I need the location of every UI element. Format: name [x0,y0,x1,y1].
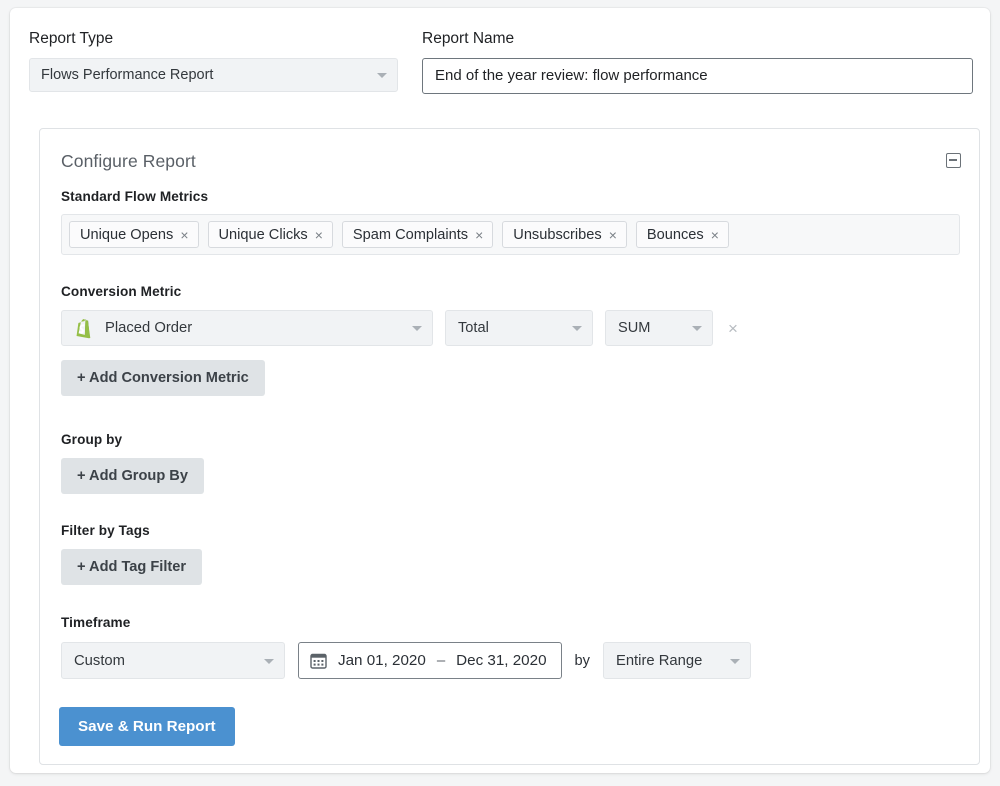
metric-chip-label: Spam Complaints [353,227,468,243]
metric-chip-label: Unique Clicks [219,227,308,243]
standard-flow-metrics-chips[interactable]: Unique Opens × Unique Clicks × Spam Comp… [61,214,960,255]
group-by-section: Group by + Add Group By [61,432,204,494]
timeframe-section: Timeframe Custom [61,615,751,679]
timeframe-label: Timeframe [61,615,751,630]
chevron-down-icon [730,659,740,664]
conversion-metric-aggregation-select[interactable]: SUM [605,310,713,346]
report-type-select[interactable]: Flows Performance Report [29,58,398,92]
report-name-label: Report Name [422,30,973,49]
metric-chip[interactable]: Unique Opens × [69,221,199,248]
chevron-down-icon [377,73,387,78]
report-type-value: Flows Performance Report [41,67,213,83]
filter-by-tags-label: Filter by Tags [61,523,202,538]
end-date-value[interactable]: Dec 31, 2020 [456,652,546,669]
conversion-metric-value: Placed Order [105,320,192,336]
metric-chip[interactable]: Bounces × [636,221,729,248]
start-date-value[interactable]: Jan 01, 2020 [338,652,426,669]
timeframe-by-label: by [575,653,590,669]
conversion-metric-row: Placed Order Total SUM × [61,310,741,346]
timeframe-preset-value: Custom [74,653,125,669]
close-icon[interactable]: × [475,228,483,242]
group-by-label: Group by [61,432,204,447]
chevron-down-icon [412,326,422,331]
chevron-down-icon [572,326,582,331]
filter-by-tags-section: Filter by Tags + Add Tag Filter [61,523,202,585]
metric-chip-label: Unique Opens [80,227,173,243]
conversion-metric-label: Conversion Metric [61,284,741,299]
standard-flow-metrics-section: Standard Flow Metrics Unique Opens × Uni… [61,189,960,255]
report-name-field: Report Name [422,30,973,94]
calendar-icon [310,652,327,669]
report-builder-page: Report Type Flows Performance Report Rep… [0,0,1000,786]
add-conversion-metric-button[interactable]: + Add Conversion Metric [61,360,265,396]
conversion-metric-measure-value: Total [458,320,489,336]
timeframe-granularity-select[interactable]: Entire Range [603,642,751,679]
add-tag-filter-button[interactable]: + Add Tag Filter [61,549,202,585]
minus-square-icon[interactable] [946,153,961,168]
report-card: Report Type Flows Performance Report Rep… [10,8,990,773]
save-and-run-report-button[interactable]: Save & Run Report [59,707,235,746]
metric-chip[interactable]: Unsubscribes × [502,221,627,248]
configure-report-panel: Configure Report Standard Flow Metrics U… [39,128,980,765]
conversion-metric-section: Conversion Metric Placed Order [61,284,741,396]
shopify-icon [74,318,93,339]
conversion-metric-aggregation-value: SUM [618,320,650,336]
report-type-field: Report Type Flows Performance Report [29,30,398,94]
standard-flow-metrics-label: Standard Flow Metrics [61,189,960,204]
remove-conversion-metric-icon[interactable]: × [725,320,741,337]
conversion-metric-select[interactable]: Placed Order [61,310,433,346]
metric-chip-label: Unsubscribes [513,227,601,243]
metric-chip[interactable]: Unique Clicks × [208,221,333,248]
timeframe-granularity-value: Entire Range [616,653,702,669]
add-group-by-button[interactable]: + Add Group By [61,458,204,494]
panel-title: Configure Report [61,151,196,172]
report-type-label: Report Type [29,30,398,49]
metric-chip[interactable]: Spam Complaints × [342,221,493,248]
conversion-metric-measure-select[interactable]: Total [445,310,593,346]
timeframe-row: Custom [61,642,751,679]
report-header-fields: Report Type Flows Performance Report Rep… [29,30,973,94]
date-range-separator: – [437,652,445,669]
date-range-picker[interactable]: Jan 01, 2020 – Dec 31, 2020 [298,642,562,679]
close-icon[interactable]: × [609,228,617,242]
close-icon[interactable]: × [315,228,323,242]
timeframe-preset-select[interactable]: Custom [61,642,285,679]
chevron-down-icon [264,659,274,664]
close-icon[interactable]: × [180,228,188,242]
metric-chip-label: Bounces [647,227,704,243]
close-icon[interactable]: × [711,228,719,242]
chevron-down-icon [692,326,702,331]
report-name-input[interactable] [422,58,973,94]
